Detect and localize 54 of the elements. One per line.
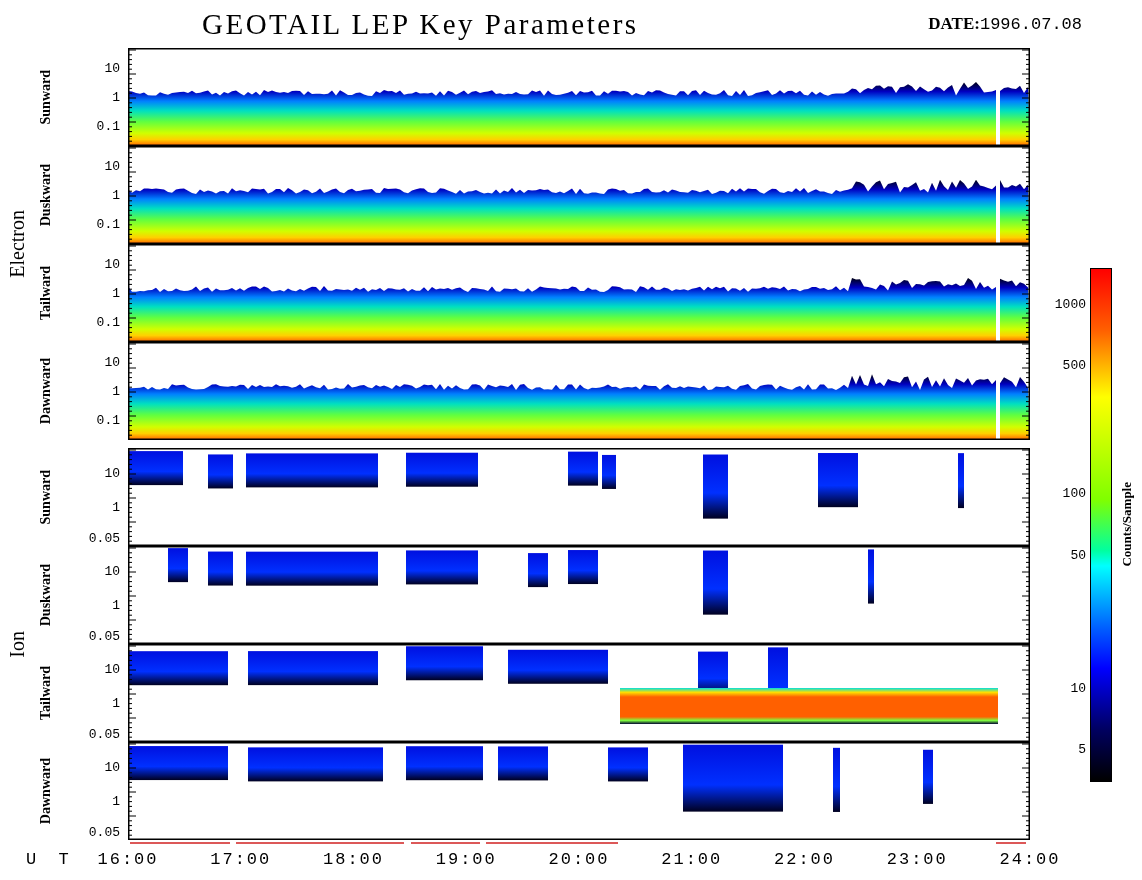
- colorbar-tick-label: 5: [1078, 742, 1086, 756]
- chart-title: GEOTAIL LEP Key Parameters: [202, 7, 639, 41]
- direction-label: Tailward: [38, 666, 54, 720]
- date-value: 1996.07.08: [979, 15, 1082, 34]
- x-tick-label: 20:00: [548, 850, 610, 869]
- colorbar-tick-label: 50: [1070, 548, 1086, 562]
- y-tick-label: 1: [112, 384, 120, 398]
- x-tick-label: 23:00: [886, 850, 948, 869]
- y-tick-label: 1: [112, 188, 120, 202]
- direction-label: Tailward: [38, 266, 54, 320]
- group-label: Ion: [5, 630, 29, 658]
- x-tick-label: 19:00: [435, 850, 497, 869]
- y-tick-label: 1: [112, 696, 120, 710]
- direction-label: Duskward: [38, 563, 54, 627]
- y-tick-label: 10: [104, 257, 120, 271]
- y-tick-label: 0.05: [88, 531, 120, 545]
- y-tick-label: 10: [104, 355, 120, 369]
- x-tick-label: 22:00: [774, 850, 835, 869]
- direction-label: Dawnward: [38, 357, 54, 425]
- y-tick-label: 10: [104, 564, 120, 577]
- colorbar-tick-label: 100: [1062, 486, 1086, 500]
- x-axis-label: U T: [26, 850, 75, 869]
- y-tick-label: 1: [112, 500, 120, 514]
- y-tick-label: 1: [112, 794, 120, 808]
- y-tick-label: 0.05: [88, 629, 120, 643]
- x-tick-label: 18:00: [323, 850, 384, 869]
- y-tick-label: 10: [104, 159, 120, 173]
- y-tick-label: 10: [104, 466, 120, 479]
- y-tick-label: 0.1: [96, 217, 120, 231]
- direction-label: Dawnward: [38, 757, 54, 825]
- direction-label: Sunward: [38, 69, 54, 125]
- y-tick-label: 0.1: [96, 315, 120, 329]
- y-tick-label: 0.1: [96, 413, 120, 427]
- colorbar-tick-label: 500: [1062, 358, 1086, 372]
- colorbar-tick-label: 1000: [1054, 297, 1086, 311]
- date-label: DATE:: [928, 14, 980, 34]
- y-tick-label: 10: [104, 760, 120, 773]
- y-tick-label: 1: [112, 90, 120, 104]
- colorbar-tick-label: 10: [1070, 681, 1086, 695]
- x-tick-label: 21:00: [661, 850, 723, 869]
- y-tick-label: 1: [112, 598, 120, 612]
- y-tick-label: 1: [112, 286, 120, 300]
- y-tick-label: 10: [104, 662, 120, 675]
- x-tick-label: 16:00: [97, 850, 159, 869]
- direction-label: Duskward: [38, 163, 54, 227]
- x-tick-label: 24:00: [999, 850, 1061, 869]
- y-tick-label: 0.1: [96, 119, 120, 133]
- y-tick-label: 0.05: [88, 727, 120, 741]
- y-tick-label: 0.05: [88, 825, 120, 839]
- group-label: Electron: [5, 210, 29, 278]
- y-tick-label: 10: [104, 61, 120, 75]
- x-tick-label: 17:00: [210, 850, 272, 869]
- colorbar-label: Counts/Sample: [1119, 481, 1135, 567]
- direction-label: Sunward: [38, 469, 54, 525]
